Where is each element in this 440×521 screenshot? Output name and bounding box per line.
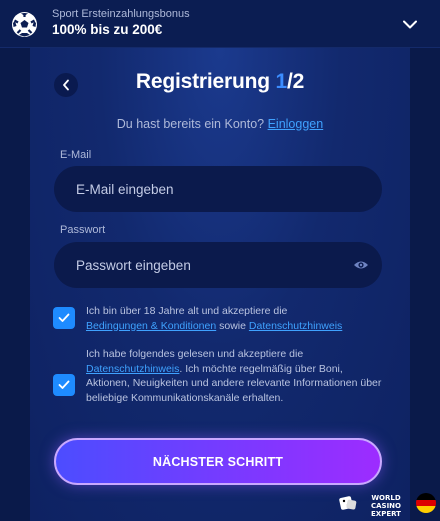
login-prompt: Du hast bereits ein Konto? Einloggen — [0, 117, 440, 131]
login-prompt-text: Du hast bereits ein Konto? — [116, 117, 265, 131]
checkmark-icon — [58, 380, 70, 389]
login-link[interactable]: Einloggen — [268, 117, 324, 131]
dice-logo-icon — [339, 496, 357, 510]
password-label: Passwort — [60, 224, 106, 236]
consent2-text: Ich habe folgendes gelesen und akzeptier… — [86, 348, 304, 360]
terms-link[interactable]: Bedingungen & Konditionen — [86, 320, 216, 332]
age-terms-checkbox[interactable] — [53, 307, 75, 329]
german-flag-icon — [416, 493, 436, 513]
age-terms-text: Ich bin über 18 Jahre alt und akzeptiere… — [86, 304, 386, 333]
title-step: 1 — [275, 70, 287, 93]
bonus-subtitle: Sport Ersteinzahlungsbonus — [52, 8, 190, 20]
chevron-down-icon[interactable] — [400, 14, 420, 34]
eye-icon[interactable] — [353, 259, 369, 271]
soccer-ball-icon — [12, 12, 37, 37]
consent1-text: Ich bin über 18 Jahre alt und akzeptiere… — [86, 305, 288, 317]
badge-text: WORLD CASINO EXPERT — [358, 494, 414, 518]
email-input[interactable] — [54, 166, 382, 212]
page-title: Registrierung 1/2 — [0, 70, 440, 94]
privacy-link-2[interactable]: Datenschutzhinweis — [86, 363, 179, 375]
title-total: /2 — [286, 70, 305, 93]
password-input[interactable] — [54, 242, 382, 288]
world-casino-expert-badge: WORLD CASINO EXPERT — [336, 491, 440, 521]
privacy-link[interactable]: Datenschutzhinweis — [249, 320, 342, 332]
consent1-mid: sowie — [219, 319, 246, 332]
bonus-banner[interactable]: Sport Ersteinzahlungsbonus 100% bis zu 2… — [0, 0, 440, 48]
marketing-checkbox[interactable] — [53, 374, 75, 396]
title-text: Registrierung — [135, 70, 276, 93]
badge-line2: CASINO EXPERT — [370, 502, 401, 518]
email-label: E-Mail — [60, 149, 92, 161]
bonus-headline: 100% bis zu 200€ — [52, 22, 163, 37]
marketing-text: Ich habe folgendes gelesen und akzeptier… — [86, 347, 386, 405]
next-step-button[interactable]: NÄCHSTER SCHRITT — [54, 438, 382, 485]
badge-line1: WORLD — [371, 494, 401, 502]
checkmark-icon — [58, 313, 70, 322]
